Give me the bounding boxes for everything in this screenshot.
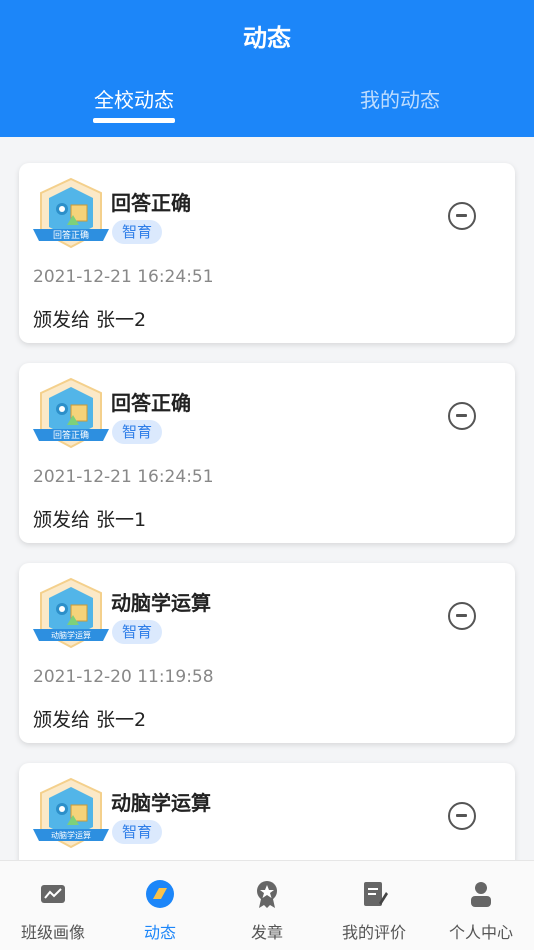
- category-tag: 智育: [112, 620, 163, 644]
- award-recipient: 颁发给 张一1: [33, 509, 147, 531]
- medal-icon: [257, 881, 277, 908]
- active-tab-indicator: [93, 118, 175, 123]
- header: 动态 全校动态 我的动态: [0, 0, 534, 137]
- badge-title: 回答正确: [111, 391, 191, 415]
- badge-title: 回答正确: [111, 191, 191, 215]
- feed-card[interactable]: 动脑学运算 动脑学运算 智育: [19, 763, 515, 860]
- category-tag: 智育: [112, 220, 163, 244]
- tabbar-item-class-portrait[interactable]: 班级画像: [0, 861, 106, 950]
- category-tag: 智育: [112, 420, 163, 444]
- badge-text: 动脑学运算: [51, 830, 91, 840]
- badge-text: 动脑学运算: [51, 630, 91, 640]
- page-title: 动态: [243, 24, 291, 52]
- class-portrait-icon: [41, 885, 65, 903]
- feed-icon: [146, 880, 174, 908]
- user-icon: [471, 882, 491, 907]
- remove-circle-icon[interactable]: [448, 402, 476, 430]
- tab-my-feed[interactable]: 我的动态: [310, 84, 490, 113]
- feed-card[interactable]: 回答正确 回答正确 智育 2021-12-21 16:24:51 颁发给 张一1: [19, 363, 515, 543]
- timestamp: 2021-12-21 16:24:51: [33, 267, 214, 287]
- timestamp: 2021-12-20 11:19:58: [33, 667, 214, 687]
- badge-icon: 动脑学运算: [33, 577, 109, 649]
- tabbar-label: 动态: [143, 923, 176, 942]
- award-recipient: 颁发给 张一2: [33, 709, 147, 731]
- tabbar-label: 班级画像: [20, 923, 85, 942]
- feed-list[interactable]: 回答正确 回答正确 智育 2021-12-21 16:24:51 颁发给 张一2…: [0, 137, 534, 860]
- remove-circle-icon[interactable]: [448, 202, 476, 230]
- tabbar-label: 个人中心: [448, 923, 513, 942]
- badge-title: 动脑学运算: [111, 591, 211, 615]
- category-tag: 智育: [112, 820, 163, 844]
- remove-circle-icon[interactable]: [448, 602, 476, 630]
- badge-text: 回答正确: [53, 429, 89, 441]
- tabbar-item-evaluation[interactable]: 我的评价: [321, 861, 427, 950]
- tab-school-feed[interactable]: 全校动态: [44, 84, 224, 113]
- bottom-tab-bar: 班级画像 动态 发章 我的评价 个人中心: [0, 860, 534, 950]
- tabbar-item-profile[interactable]: 个人中心: [428, 861, 534, 950]
- feed-card[interactable]: 回答正确 回答正确 智育 2021-12-21 16:24:51 颁发给 张一2: [19, 163, 515, 343]
- badge-icon: 动脑学运算: [33, 777, 109, 849]
- badge-icon: 回答正确: [33, 377, 109, 449]
- tabbar-item-feed[interactable]: 动态: [107, 861, 213, 950]
- timestamp: 2021-12-21 16:24:51: [33, 467, 214, 487]
- evaluation-icon: [364, 882, 388, 906]
- feed-card[interactable]: 动脑学运算 动脑学运算 智育 2021-12-20 11:19:58 颁发给 张…: [19, 563, 515, 743]
- remove-circle-icon[interactable]: [448, 802, 476, 830]
- badge-text: 回答正确: [53, 229, 89, 241]
- tabbar-item-medal[interactable]: 发章: [214, 861, 320, 950]
- badge-icon: 回答正确: [33, 177, 109, 249]
- tabbar-label: 发章: [250, 923, 283, 942]
- tabbar-label: 我的评价: [341, 923, 406, 942]
- award-recipient: 颁发给 张一2: [33, 309, 147, 331]
- badge-title: 动脑学运算: [111, 791, 211, 815]
